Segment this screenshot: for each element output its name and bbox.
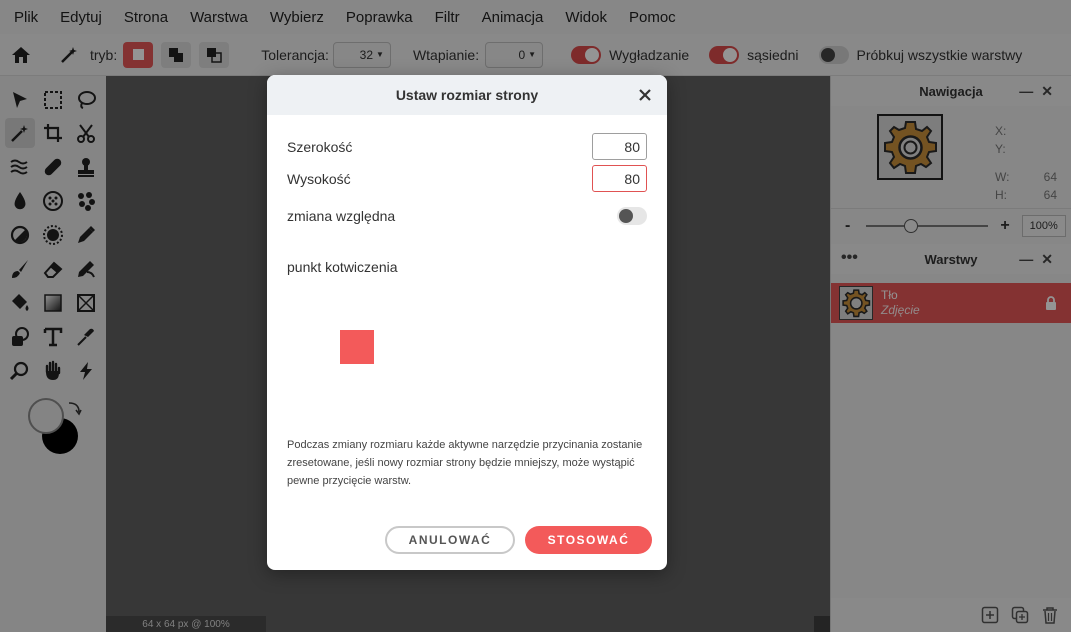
relative-change-label: zmiana względna	[287, 208, 396, 224]
width-label: Szerokość	[287, 138, 353, 155]
anchor-top-right[interactable]	[374, 296, 408, 330]
anchor-middle-left[interactable]	[306, 330, 340, 364]
cancel-button[interactable]: ANULOWAĆ	[385, 526, 515, 554]
apply-button[interactable]: STOSOWAĆ	[525, 526, 652, 554]
resize-info-text: Podczas zmiany rozmiaru każde aktywne na…	[287, 439, 643, 487]
anchor-bottom-center[interactable]	[340, 364, 374, 398]
anchor-middle-right[interactable]	[374, 330, 408, 364]
relative-change-row: zmiana względna	[287, 207, 647, 225]
anchor-bottom-left[interactable]	[306, 364, 340, 398]
width-row: Szerokość	[287, 133, 647, 160]
page-size-dialog: Ustaw rozmiar strony Szerokość Wysokość …	[267, 75, 667, 570]
anchor-top-center[interactable]	[340, 296, 374, 330]
anchor-point-grid	[306, 296, 408, 398]
anchor-bottom-right[interactable]	[374, 364, 408, 398]
width-input[interactable]	[592, 133, 647, 160]
close-icon[interactable]	[635, 85, 655, 105]
height-label: Wysokość	[287, 170, 351, 187]
height-row: Wysokość	[287, 165, 647, 192]
dialog-header: Ustaw rozmiar strony	[267, 75, 667, 115]
height-input[interactable]	[592, 165, 647, 192]
anchor-center[interactable]	[340, 330, 374, 364]
dialog-title: Ustaw rozmiar strony	[395, 87, 539, 103]
anchor-top-left[interactable]	[306, 296, 340, 330]
relative-change-toggle[interactable]	[617, 207, 647, 225]
anchor-point-label: punkt kotwiczenia	[287, 259, 398, 275]
